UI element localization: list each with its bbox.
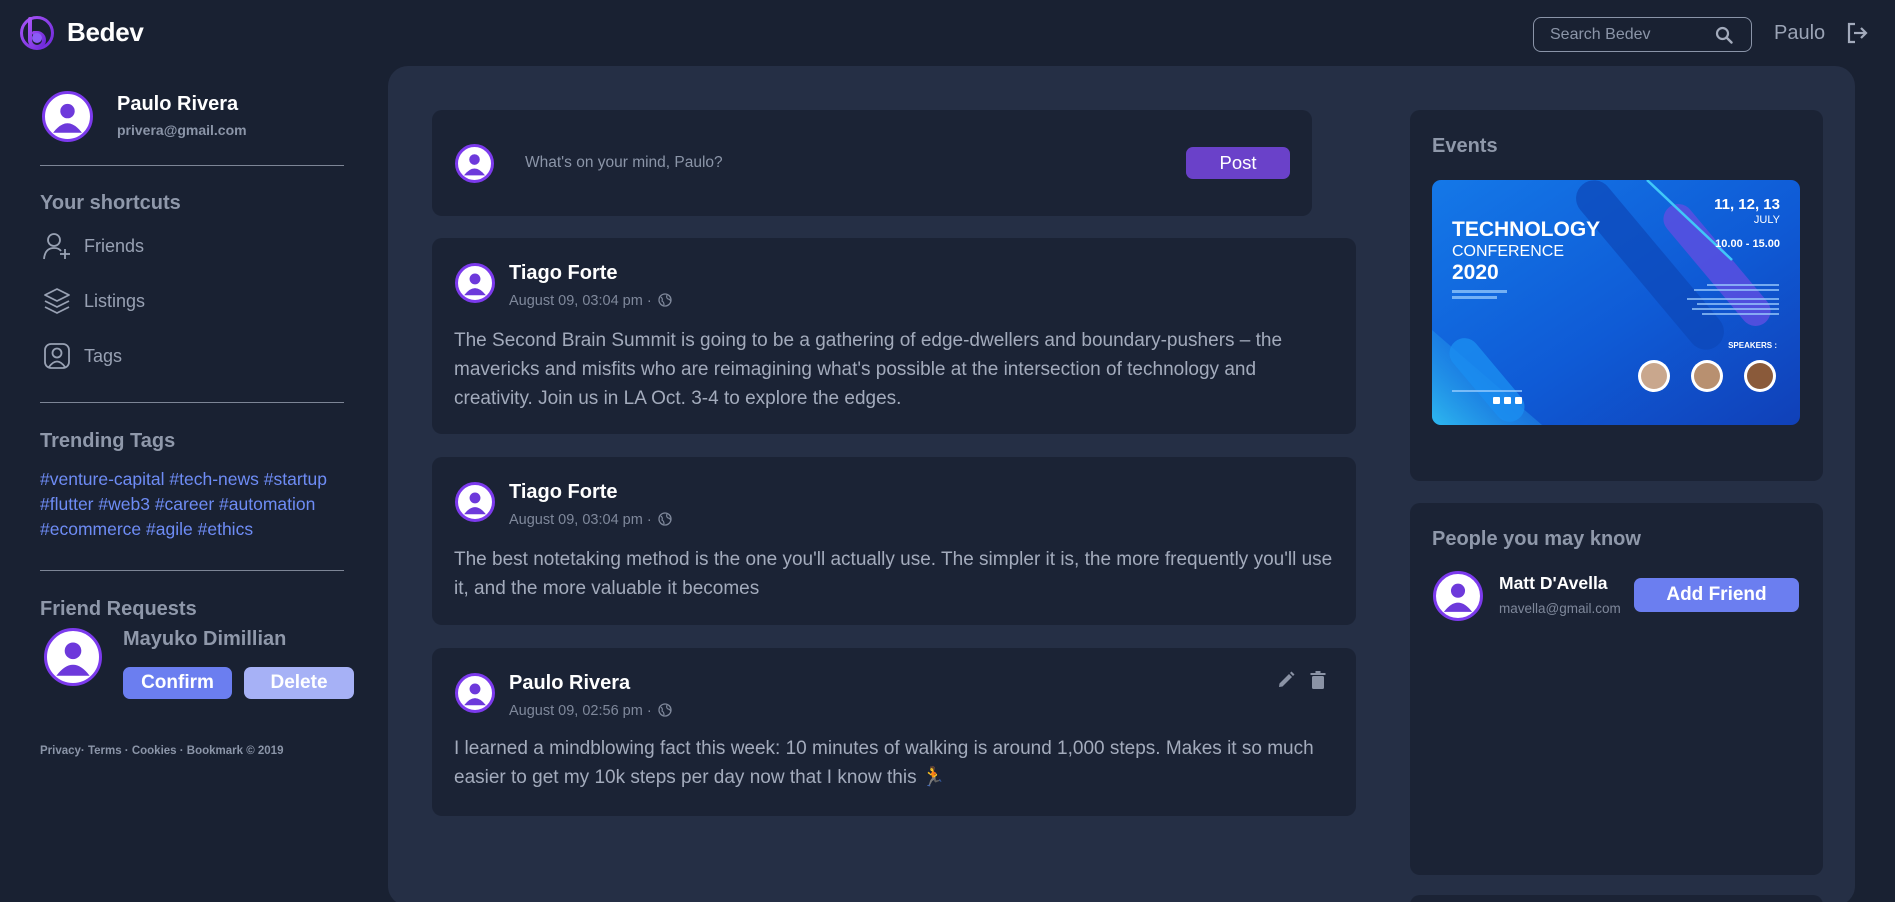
composer-avatar [455, 144, 494, 183]
post-author[interactable]: Tiago Forte [509, 481, 618, 504]
tag-link[interactable]: #web3 [98, 494, 150, 514]
post-author-avatar[interactable] [455, 673, 495, 713]
post-time: August 09, 02:56 pm · [509, 703, 652, 719]
tag-link[interactable]: #tech-news [169, 469, 259, 489]
poster-time: 10.00 - 15.00 [1715, 238, 1780, 250]
shortcut-label: Friends [84, 236, 145, 256]
globe-icon [658, 703, 672, 717]
post-author[interactable]: Tiago Forte [509, 262, 618, 285]
profile-avatar[interactable] [42, 91, 93, 142]
bedev-logo-icon[interactable] [20, 16, 54, 50]
suggested-person-name[interactable]: Matt D'Avella [1499, 573, 1608, 594]
search-input[interactable] [1550, 18, 1720, 51]
next-card [1410, 895, 1823, 902]
trash-icon[interactable] [1308, 670, 1328, 690]
poster-speakers: SPEAKERS : [1728, 341, 1777, 350]
tag-link[interactable]: #startup [264, 469, 327, 489]
friend-request-avatar[interactable] [44, 628, 102, 686]
trending-tags: #venture-capital #tech-news #startup #fl… [40, 467, 350, 542]
tag-link[interactable]: #venture-capital [40, 469, 165, 489]
tag-link[interactable]: #agile [146, 519, 193, 539]
post-card: Paulo Rivera August 09, 02:56 pm · I lea… [432, 648, 1356, 816]
confirm-button[interactable]: Confirm [123, 667, 232, 699]
post-actions [1268, 670, 1328, 695]
layers-icon [42, 286, 72, 316]
tag-user-icon [42, 341, 72, 371]
shortcut-label: Listings [84, 291, 146, 311]
delete-button[interactable]: Delete [244, 667, 354, 699]
trending-title: Trending Tags [40, 430, 176, 452]
suggested-person-avatar[interactable] [1433, 571, 1483, 621]
divider [40, 570, 344, 571]
add-friend-icon [42, 231, 72, 261]
people-card: People you may know Matt D'Avella mavell… [1410, 503, 1823, 875]
profile-name[interactable]: Paulo Rivera [117, 93, 238, 116]
tag-link[interactable]: #flutter [40, 494, 94, 514]
edit-icon[interactable] [1276, 670, 1296, 690]
footer-links[interactable]: Privacy· Terms · Cookies · Bookmark © 20… [40, 745, 283, 757]
tag-link[interactable]: #career [155, 494, 214, 514]
post-author-avatar[interactable] [455, 482, 495, 522]
search-box[interactable] [1533, 17, 1752, 52]
event-poster[interactable]: TECHNOLOGY CONFERENCE 2020 11, 12, 13 JU… [1432, 180, 1800, 425]
post-meta: August 09, 03:04 pm · [509, 293, 672, 309]
post-text: The Second Brain Summit is going to be a… [454, 330, 1283, 409]
globe-icon [658, 293, 672, 307]
post-card: Tiago Forte August 09, 03:04 pm · The be… [432, 457, 1356, 625]
brand-name[interactable]: Bedev [67, 17, 144, 48]
people-title: People you may know [1432, 528, 1641, 550]
divider [40, 402, 344, 403]
post-input[interactable] [525, 150, 1085, 176]
friend-requests-title: Friend Requests [40, 598, 197, 620]
post-text: I learned a mindblowing fact this week: … [454, 738, 1314, 788]
suggested-person-email: mavella@gmail.com [1499, 601, 1621, 616]
shortcut-friends[interactable]: Friends [40, 228, 300, 264]
shortcut-tags[interactable]: Tags [40, 338, 300, 374]
post-composer: Post [432, 110, 1312, 216]
top-bar: Bedev Paulo [0, 0, 1895, 66]
header-username[interactable]: Paulo [1774, 22, 1825, 45]
divider [40, 165, 344, 166]
poster-line2: CONFERENCE [1452, 243, 1564, 260]
shortcut-listings[interactable]: Listings [40, 283, 300, 319]
post-button[interactable]: Post [1186, 147, 1290, 179]
tag-link[interactable]: #ethics [198, 519, 253, 539]
post-author-avatar[interactable] [455, 263, 495, 303]
post-meta: August 09, 02:56 pm · [509, 703, 672, 719]
events-title: Events [1432, 135, 1498, 157]
post-time: August 09, 03:04 pm · [509, 293, 652, 309]
post-author[interactable]: Paulo Rivera [509, 672, 630, 695]
shortcuts-title: Your shortcuts [40, 192, 181, 214]
poster-month: JULY [1754, 214, 1781, 226]
poster-year: 2020 [1452, 261, 1499, 284]
post-time: August 09, 03:04 pm · [509, 512, 652, 528]
profile-email: privera@gmail.com [117, 122, 247, 138]
shortcut-label: Tags [84, 346, 123, 366]
post-card: Tiago Forte August 09, 03:04 pm · The Se… [432, 238, 1356, 434]
tag-link[interactable]: #automation [219, 494, 315, 514]
globe-icon [658, 512, 672, 526]
search-icon[interactable] [1715, 26, 1733, 44]
post-meta: August 09, 03:04 pm · [509, 512, 672, 528]
add-friend-button[interactable]: Add Friend [1634, 578, 1799, 612]
tag-link[interactable]: #ecommerce [40, 519, 141, 539]
poster-dates: 11, 12, 13 [1714, 196, 1780, 213]
post-text: The best notetaking method is the one yo… [454, 549, 1333, 599]
poster-line1: TECHNOLOGY [1452, 218, 1600, 241]
events-card: Events TECHNOLOGY CONFERENCE 2020 11, 12… [1410, 110, 1823, 481]
friend-request-name[interactable]: Mayuko Dimillian [123, 628, 286, 651]
logout-icon[interactable] [1845, 21, 1869, 45]
